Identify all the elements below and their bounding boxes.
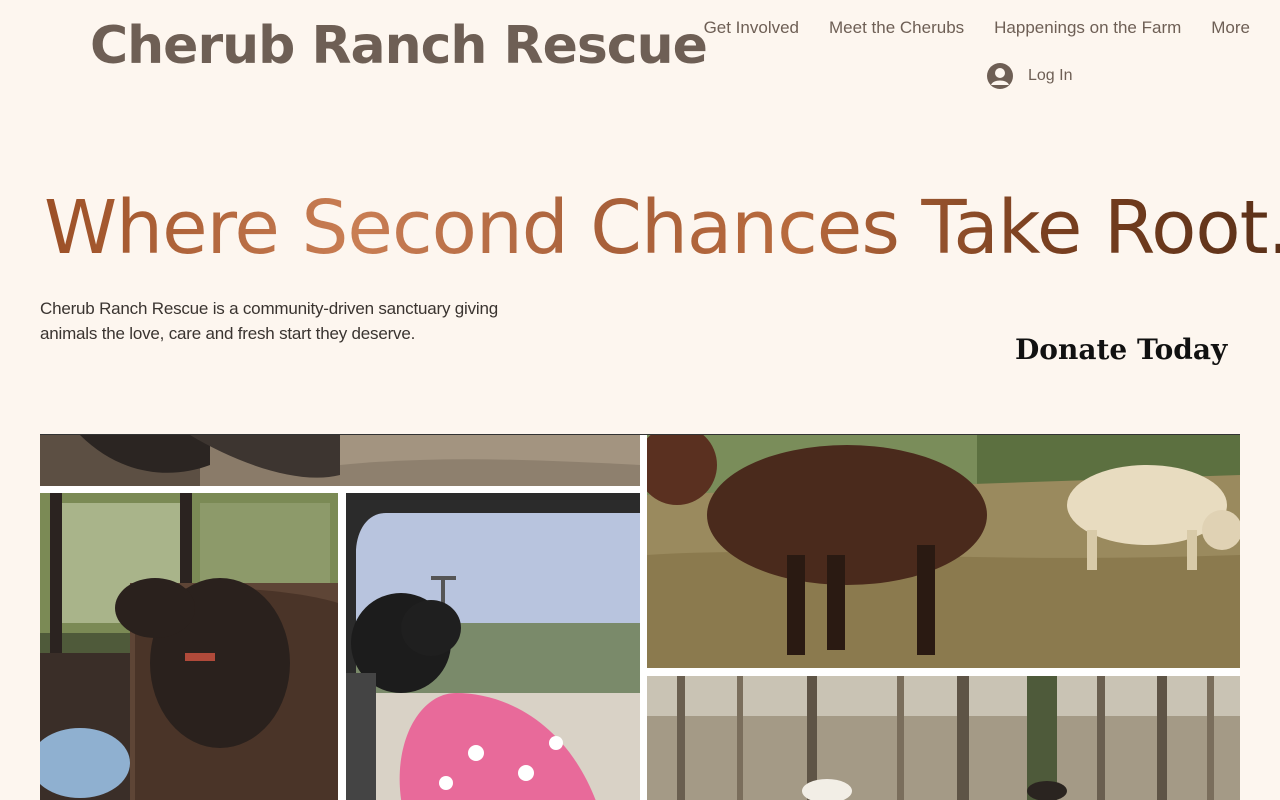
login-label: Log In xyxy=(1028,67,1073,84)
photo-ponies-in-field[interactable] xyxy=(647,435,1240,668)
nav-happenings-on-the-farm[interactable]: Happenings on the Farm xyxy=(994,16,1181,40)
donate-button[interactable]: Donate Today xyxy=(1015,328,1227,372)
main-nav: Get Involved Meet the Cherubs Happenings… xyxy=(704,16,1250,40)
photo-lab-at-window[interactable] xyxy=(40,493,338,800)
hero-headline: Where Second Chances Take Root. xyxy=(44,178,1280,278)
photo-terrier-in-car[interactable] xyxy=(346,493,640,800)
nav-meet-the-cherubs[interactable]: Meet the Cherubs xyxy=(829,16,964,40)
user-avatar-icon xyxy=(987,63,1013,89)
nav-get-involved[interactable]: Get Involved xyxy=(704,16,799,40)
site-title[interactable]: Cherub Ranch Rescue xyxy=(90,14,708,78)
photo-gallery xyxy=(40,434,1240,800)
login-button[interactable]: Log In xyxy=(986,62,1072,90)
page: Cherub Ranch Rescue Get Involved Meet th… xyxy=(0,0,1280,800)
hero-intro-text: Cherub Ranch Rescue is a community-drive… xyxy=(40,299,499,343)
photo-dog-on-couch[interactable] xyxy=(40,435,640,486)
photo-goats-in-woods[interactable] xyxy=(647,676,1240,800)
nav-more[interactable]: More xyxy=(1211,16,1250,40)
